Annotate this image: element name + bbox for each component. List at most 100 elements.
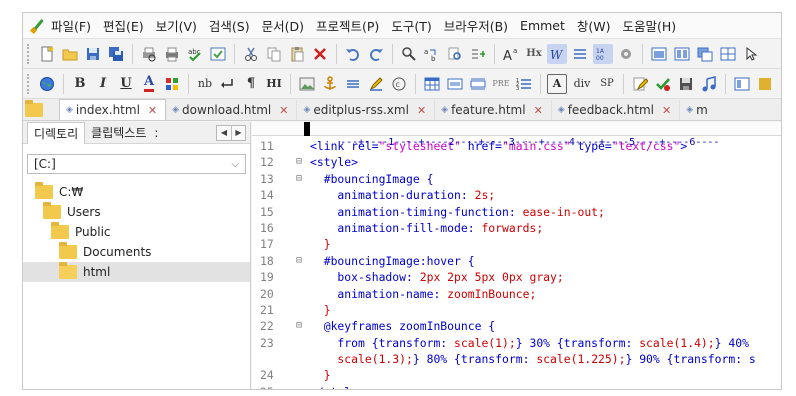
nbsp-button[interactable]: nb	[195, 74, 215, 94]
chevron-right-icon[interactable]: ▶	[231, 125, 245, 140]
goto-line-icon[interactable]	[468, 44, 488, 64]
drive-select[interactable]: [C:] ⌵	[27, 154, 246, 174]
horizontal-rule-icon[interactable]	[343, 74, 363, 94]
paragraph-button[interactable]: ¶	[241, 74, 261, 94]
tree-item-html[interactable]: html	[23, 262, 250, 282]
tab-cliptext[interactable]: 클립텍스트	[85, 122, 152, 143]
split-window-icon[interactable]	[672, 44, 692, 64]
input-field-icon[interactable]	[468, 74, 488, 94]
underline-button[interactable]: U	[116, 74, 136, 94]
code-line[interactable]: 18 ⊟ #bouncingImage:hover {	[252, 253, 781, 269]
code-line[interactable]: 24 }	[252, 367, 781, 383]
menu-help[interactable]: 도움말(H)	[623, 16, 677, 35]
copy-icon[interactable]	[264, 44, 284, 64]
code-line[interactable]: 23 from {transform: scale(1);} 30% {tran…	[252, 335, 781, 351]
fold-toggle-icon[interactable]: ⊟	[296, 171, 310, 187]
code-line[interactable]: 22 ⊟ @keyframes zoomInBounce {	[252, 318, 781, 334]
tab-editplus-rss-xml[interactable]: ◈ editplus-rss.xml ✕	[297, 100, 436, 120]
tab-index-html[interactable]: ◈ index.html ✕	[59, 99, 167, 120]
fold-toggle-icon[interactable]: ⊟	[296, 253, 310, 269]
redo-icon[interactable]	[366, 44, 386, 64]
paste-icon[interactable]	[287, 44, 307, 64]
menu-window[interactable]: 창(W)	[577, 16, 611, 35]
anchor-icon[interactable]	[320, 74, 340, 94]
undo-icon[interactable]	[343, 44, 363, 64]
tree-item-c-drive[interactable]: C:₩	[23, 182, 250, 202]
tree-item-users[interactable]: Users	[23, 202, 250, 222]
close-icon[interactable]: ✕	[534, 104, 543, 117]
music-note-icon[interactable]	[699, 74, 719, 94]
close-icon[interactable]: ✕	[662, 104, 671, 117]
code-line[interactable]: 15 animation-timing-function: ease-in-ou…	[252, 204, 781, 220]
hex-icon[interactable]: Hx	[524, 44, 544, 64]
close-icon[interactable]: ✕	[279, 104, 288, 117]
bold-button[interactable]: B	[70, 74, 90, 94]
cursor-icon[interactable]	[741, 44, 761, 64]
code-line[interactable]: scale(1.3);} 80% {transform: scale(1.225…	[252, 351, 781, 367]
image-icon[interactable]	[297, 74, 317, 94]
code-editor[interactable]: ---+----1----+----2----+----3----+----4-…	[252, 122, 781, 389]
print-preview-icon[interactable]	[139, 44, 159, 64]
tile-window-icon[interactable]	[718, 44, 738, 64]
font-size-icon[interactable]: Aa	[501, 44, 521, 64]
spellcheck-icon[interactable]: abc	[185, 44, 205, 64]
replace-icon[interactable]: ab	[422, 44, 442, 64]
menu-edit[interactable]: 편집(E)	[103, 16, 144, 35]
code-line[interactable]: 19 box-shadow: 2px 2px 5px 0px gray;	[252, 269, 781, 285]
settings-gear-icon[interactable]	[616, 44, 636, 64]
menu-project[interactable]: 프로젝트(P)	[316, 16, 379, 35]
copyright-icon[interactable]: c	[389, 74, 409, 94]
toolbar-grip[interactable]	[27, 43, 31, 64]
ruler-icon[interactable]	[570, 44, 590, 64]
folder-icon[interactable]	[23, 100, 45, 120]
menu-search[interactable]: 검색(S)	[209, 16, 250, 35]
text-box-icon[interactable]: A	[547, 73, 567, 94]
save-all-icon[interactable]	[106, 44, 126, 64]
heading-button[interactable]: HI	[264, 74, 284, 94]
cascade-window-icon[interactable]	[695, 44, 715, 64]
css-edit-icon[interactable]	[630, 74, 650, 94]
window-layout-icon[interactable]	[649, 44, 669, 64]
print-icon[interactable]	[162, 44, 182, 64]
browser-preview-icon[interactable]	[208, 44, 228, 64]
tree-item-documents[interactable]: Documents	[23, 242, 250, 262]
code-line[interactable]: 12 ⊟ <style>	[252, 154, 781, 170]
code-line[interactable]: 16 animation-fill-mode: forwards;	[252, 220, 781, 236]
word-wrap-icon[interactable]: W	[547, 43, 567, 64]
span-button[interactable]: SP	[597, 74, 617, 94]
tab-overflow[interactable]: ◈ m	[680, 100, 716, 120]
list-icon[interactable]: 123	[514, 74, 534, 94]
form-icon[interactable]	[445, 74, 465, 94]
code-line[interactable]: 13 ⊟ #bouncingImage {	[252, 171, 781, 187]
layout-grid-icon[interactable]	[732, 74, 752, 94]
chevron-left-icon[interactable]: ◀	[217, 126, 231, 140]
italic-button[interactable]: I	[93, 74, 113, 94]
code-line[interactable]: 20 animation-name: zoomInBounce;	[252, 286, 781, 302]
code-line[interactable]: 21 }	[252, 302, 781, 318]
delete-icon[interactable]	[310, 44, 330, 64]
font-color-button[interactable]: A	[139, 74, 159, 94]
line-break-icon[interactable]	[218, 74, 238, 94]
div-button[interactable]: div	[570, 74, 594, 94]
tab-feedback-html[interactable]: ◈ feedback.html ✕	[552, 100, 681, 120]
fold-toggle-icon[interactable]: ⊟	[296, 318, 310, 334]
table-icon[interactable]	[422, 74, 442, 94]
save-disk-icon[interactable]	[676, 74, 696, 94]
save-icon[interactable]	[83, 44, 103, 64]
cut-icon[interactable]	[241, 44, 261, 64]
menu-document[interactable]: 문서(D)	[262, 16, 304, 35]
code-line[interactable]: 17 }	[252, 236, 781, 252]
tab-partial[interactable]: :	[152, 124, 160, 142]
code-line[interactable]: 25 </style>	[252, 384, 781, 389]
tab-feature-html[interactable]: ◈ feature.html ✕	[435, 100, 552, 120]
menu-browser[interactable]: 브라우저(B)	[444, 16, 508, 35]
close-icon[interactable]: ✕	[148, 104, 157, 117]
tree-item-public[interactable]: Public	[23, 222, 250, 242]
tab-directory[interactable]: 디렉토리	[27, 121, 86, 144]
close-icon[interactable]: ✕	[417, 104, 426, 117]
menu-view[interactable]: 보기(V)	[156, 16, 197, 35]
line-number-icon[interactable]: 1A 00	[593, 43, 613, 64]
find-in-files-icon[interactable]	[445, 44, 465, 64]
menu-emmet[interactable]: Emmet	[520, 18, 565, 33]
menu-file[interactable]: 파일(F)	[51, 16, 91, 35]
